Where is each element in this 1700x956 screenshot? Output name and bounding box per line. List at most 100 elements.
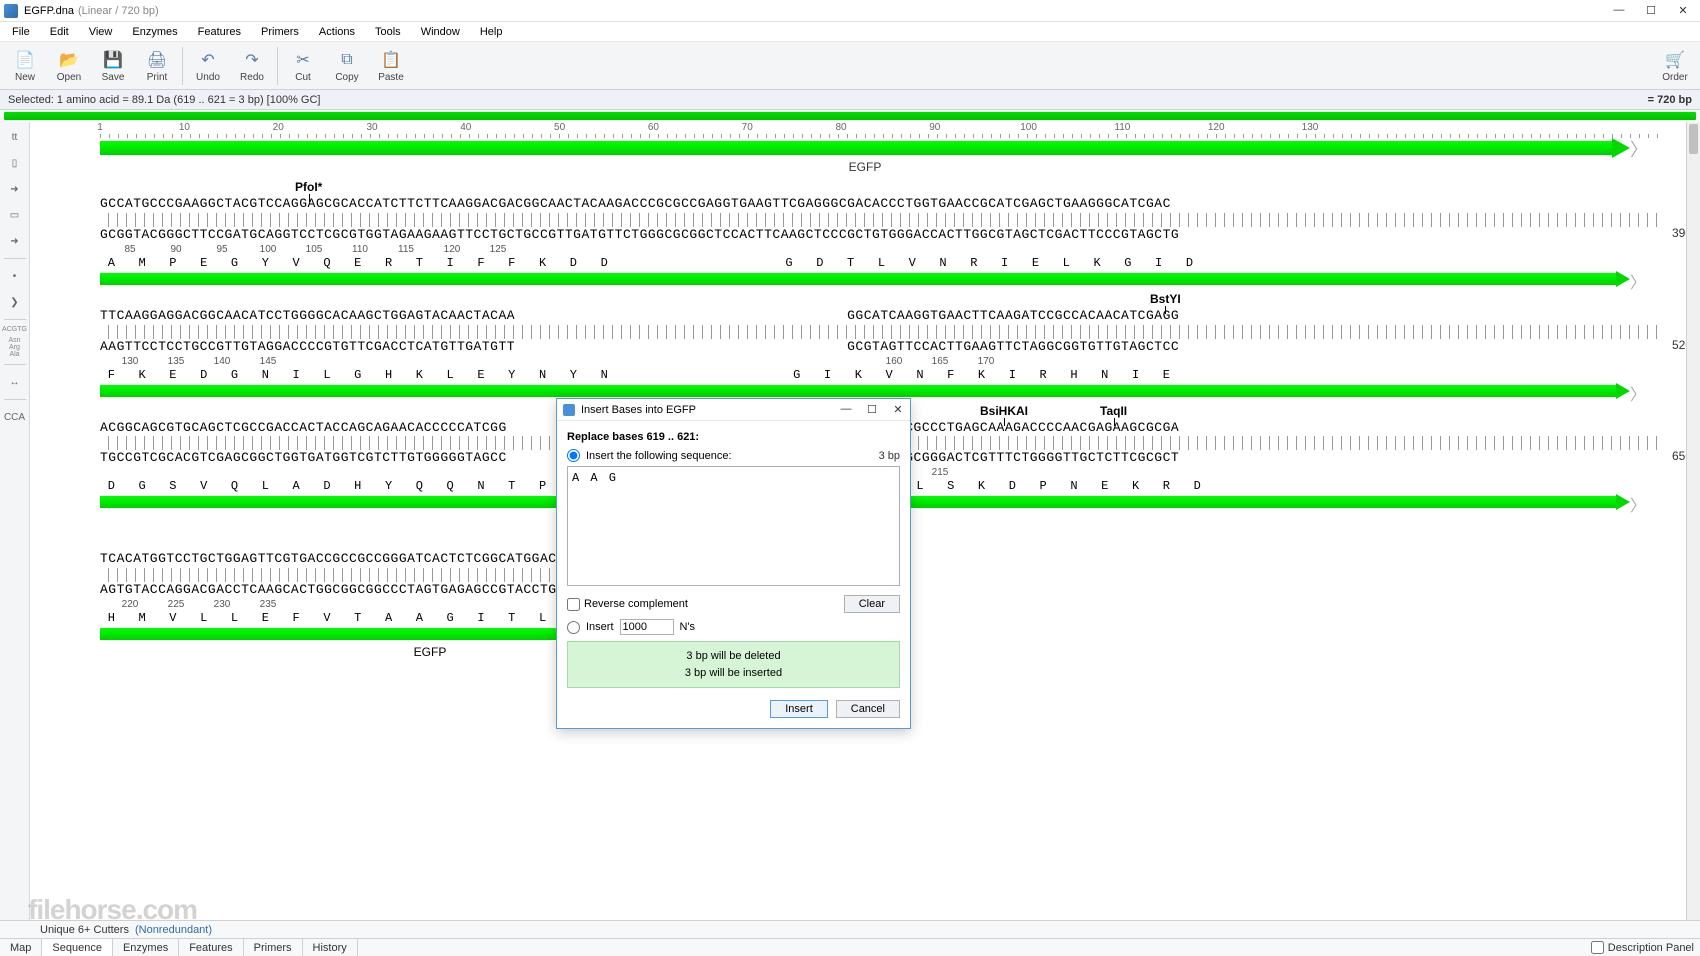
- dialog-minimize[interactable]: —: [840, 403, 852, 416]
- sequence-overview[interactable]: [0, 110, 1700, 122]
- side-tool-0[interactable]: tt: [3, 126, 27, 148]
- insert-bases-dialog: Insert Bases into EGFP — ☐ ✕ Replace bas…: [556, 398, 911, 729]
- reverse-complement-checkbox[interactable]: Reverse complement: [567, 598, 688, 611]
- enzyme-label[interactable]: PfoI*: [295, 180, 322, 194]
- side-toolbar: tt▯➜▭➜•❯ACGTGAsnArgAla↔CCA: [0, 122, 30, 920]
- cancel-button[interactable]: Cancel: [836, 700, 900, 718]
- tab-history[interactable]: History: [303, 939, 358, 956]
- cutters-link[interactable]: (Nonredundant): [135, 924, 212, 936]
- menu-help[interactable]: Help: [472, 24, 511, 40]
- side-tool-4[interactable]: ➜: [3, 230, 27, 252]
- bp-count: 3 bp: [879, 450, 900, 462]
- maximize-button[interactable]: ☐: [1644, 4, 1658, 17]
- redo-label: Redo: [240, 72, 264, 83]
- order-button[interactable]: 🛒 Order: [1654, 44, 1696, 88]
- insert-button[interactable]: Insert: [770, 700, 828, 718]
- enzyme-label[interactable]: BstYI: [1150, 292, 1181, 306]
- dialog-maximize[interactable]: ☐: [866, 403, 878, 416]
- menu-window[interactable]: Window: [413, 24, 468, 40]
- tab-primers[interactable]: Primers: [244, 939, 303, 956]
- cutters-bar: Unique 6+ Cutters (Nonredundant): [0, 920, 1700, 938]
- statusbar: Selected: 1 amino acid = 89.1 Da (619 ..…: [0, 90, 1700, 110]
- side-separator: [4, 258, 26, 259]
- info-line-2: 3 bp will be inserted: [574, 665, 893, 682]
- print-icon: 🖨: [146, 49, 168, 71]
- sequence-bottom-strand[interactable]: AAGTTCCTCCTGCCGTTGTAGGACCCCGTGTTCGACCTCA…: [30, 339, 1700, 356]
- description-panel-checkbox[interactable]: [1591, 941, 1604, 954]
- order-label: Order: [1662, 72, 1688, 83]
- enzyme-label[interactable]: BsiHKAI: [980, 404, 1028, 418]
- enzyme-label[interactable]: TaqII: [1100, 404, 1127, 418]
- reverse-complement-input[interactable]: [567, 598, 580, 611]
- amino-acid-row[interactable]: A M P E G Y V Q E R T I F F K D D G D T …: [30, 256, 1700, 270]
- save-button[interactable]: 💾Save: [92, 44, 134, 88]
- sequence-top-strand[interactable]: GCCATGCCCGAAGGCTACGTCCAGGAGCGCACCATCTTCT…: [30, 196, 1700, 213]
- menu-edit[interactable]: Edit: [42, 24, 77, 40]
- ns-count-input[interactable]: [620, 619, 674, 635]
- side-separator: [4, 319, 26, 320]
- mini-ruler: 130135140145160165170: [100, 356, 1700, 368]
- tab-features[interactable]: Features: [179, 939, 243, 956]
- title-filename: EGFP.dna: [24, 5, 74, 17]
- menu-tools[interactable]: Tools: [367, 24, 409, 40]
- bottom-tabs: MapSequenceEnzymesFeaturesPrimersHistory…: [0, 938, 1700, 956]
- radio-insert-ns[interactable]: [567, 621, 580, 634]
- vertical-scrollbar[interactable]: [1686, 122, 1700, 920]
- paste-button[interactable]: 📋Paste: [370, 44, 412, 88]
- dialog-titlebar[interactable]: Insert Bases into EGFP — ☐ ✕: [557, 399, 910, 421]
- ruler-tick: 40: [460, 122, 471, 133]
- sequence-input[interactable]: A A G: [567, 466, 900, 586]
- description-panel-toggle[interactable]: Description Panel: [1585, 939, 1700, 956]
- undo-icon: ↶: [197, 49, 219, 71]
- sequence-bottom-strand[interactable]: GCGGTACGGGCTTCCGATGCAGGTCCTCGCGTGGTAGAAG…: [30, 227, 1700, 244]
- cut-icon: ✂: [292, 49, 314, 71]
- amino-acid-row[interactable]: F K E D G N I L G H K L E Y N Y N G I K …: [30, 368, 1700, 382]
- new-button[interactable]: 📄New: [4, 44, 46, 88]
- tab-map[interactable]: Map: [0, 939, 42, 956]
- close-button[interactable]: ✕: [1676, 4, 1690, 17]
- sequence-top-strand[interactable]: TTCAAGGAGGACGGCAACATCCTGGGGCACAAGCTGGAGT…: [30, 308, 1700, 325]
- clear-button[interactable]: Clear: [844, 595, 900, 613]
- menu-actions[interactable]: Actions: [311, 24, 363, 40]
- side-separator: [4, 364, 26, 365]
- side-tool-3[interactable]: ▭: [3, 204, 27, 226]
- side-tool-7[interactable]: ❯: [3, 291, 27, 313]
- side-separator: [4, 399, 26, 400]
- menu-primers[interactable]: Primers: [253, 24, 307, 40]
- menu-features[interactable]: Features: [190, 24, 249, 40]
- radio-insert-sequence[interactable]: [567, 449, 580, 462]
- redo-button[interactable]: ↷Redo: [231, 44, 273, 88]
- side-tool-12[interactable]: ↔: [3, 371, 27, 393]
- ruler-tick: 110: [1114, 122, 1130, 133]
- open-button[interactable]: 📂Open: [48, 44, 90, 88]
- cut-button[interactable]: ✂Cut: [282, 44, 324, 88]
- copy-button[interactable]: ⧉Copy: [326, 44, 368, 88]
- ruler-tick: 60: [648, 122, 659, 133]
- title-info: (Linear / 720 bp): [78, 5, 159, 17]
- ruler: 1102030405060708090100110120130: [30, 122, 1700, 140]
- titlebar: EGFP.dna (Linear / 720 bp) — ☐ ✕: [0, 0, 1700, 22]
- toolbar: 📄New📂Open💾Save🖨Print↶Undo↷Redo✂Cut⧉Copy📋…: [0, 42, 1700, 90]
- menu-file[interactable]: File: [4, 24, 38, 40]
- menu-view[interactable]: View: [81, 24, 121, 40]
- feature-arrow[interactable]: [100, 384, 1630, 398]
- side-tool-1[interactable]: ▯: [3, 152, 27, 174]
- dialog-heading: Replace bases 619 .. 621:: [567, 431, 900, 443]
- side-tool-2[interactable]: ➜: [3, 178, 27, 200]
- feature-arrow-egfp[interactable]: [100, 140, 1630, 156]
- side-tool-6[interactable]: •: [3, 265, 27, 287]
- cart-icon: 🛒: [1664, 49, 1686, 71]
- ruler-tick: 130: [1302, 122, 1319, 133]
- tab-sequence[interactable]: Sequence: [42, 939, 113, 956]
- tab-enzymes[interactable]: Enzymes: [113, 939, 179, 956]
- menu-enzymes[interactable]: Enzymes: [124, 24, 185, 40]
- paste-icon: 📋: [380, 49, 402, 71]
- side-tool-14[interactable]: CCA: [3, 406, 27, 428]
- print-button[interactable]: 🖨Print: [136, 44, 178, 88]
- undo-button[interactable]: ↶Undo: [187, 44, 229, 88]
- redo-icon: ↷: [241, 49, 263, 71]
- feature-arrow[interactable]: [100, 272, 1630, 286]
- minimize-button[interactable]: —: [1612, 4, 1626, 17]
- sequence-block: PfoI* GCCATGCCCGAAGGCTACGTCCAGGAGCGCACCAT…: [30, 180, 1700, 286]
- dialog-close[interactable]: ✕: [892, 403, 904, 416]
